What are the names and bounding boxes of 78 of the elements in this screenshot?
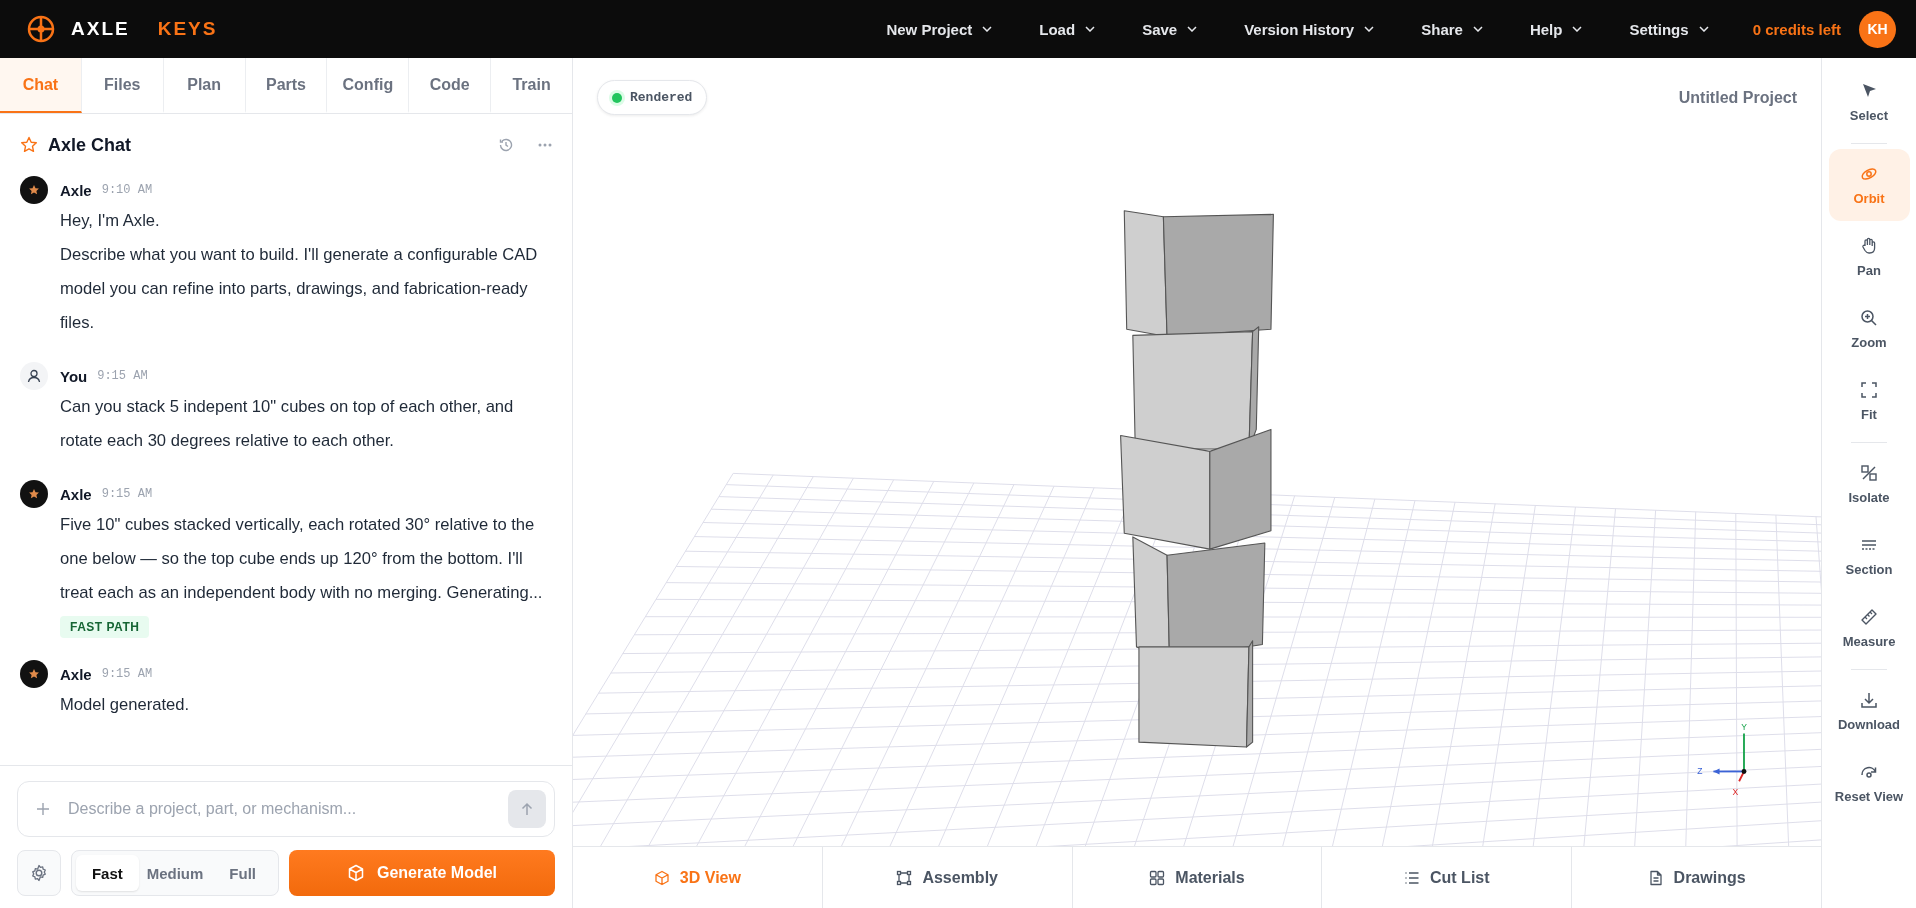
status-dot <box>612 92 622 103</box>
plus-icon[interactable] <box>36 802 50 816</box>
chevron-down-icon <box>1698 26 1709 32</box>
cube-stack-drawing[interactable] <box>1120 210 1274 748</box>
menu-button[interactable]: Help <box>1529 14 1583 44</box>
chevron-down-icon <box>1187 26 1198 32</box>
grid-icon <box>1149 869 1166 886</box>
history-icon[interactable] <box>498 137 514 153</box>
message-time: 9:15 AM <box>101 487 153 501</box>
viewport-tool[interactable]: Reset View <box>1828 747 1910 819</box>
message-text: Five 10" cubes stacked vertically, each rotated 30° relative to the one below — so the top cube ends up 120° from the bottom. I'll treat each as an independent body with no merging. Generating... <box>60 514 544 604</box>
settings-icon <box>29 863 49 883</box>
chevron-down-icon <box>1364 26 1375 32</box>
render-status-badge: Rendered <box>597 80 708 115</box>
user-avatar <box>20 362 48 390</box>
chevron-down-icon <box>982 26 993 32</box>
axis-label: Z <box>1697 765 1703 776</box>
brand-name: AXLE <box>71 18 130 40</box>
menu-button[interactable]: Save <box>1142 14 1198 44</box>
menu-button[interactable]: New Project <box>886 14 993 44</box>
menu-button[interactable]: Load <box>1039 14 1096 44</box>
isolate-icon <box>1859 463 1879 483</box>
viewport-tool[interactable]: Download <box>1828 675 1910 747</box>
cube-icon <box>347 864 365 882</box>
list-icon <box>1404 869 1420 886</box>
send-button[interactable] <box>508 790 546 828</box>
viewport-tool[interactable]: Section <box>1828 520 1910 592</box>
message-author: Axle <box>60 485 92 503</box>
ruler-icon <box>1859 607 1879 627</box>
crosshair-logo-icon <box>27 15 55 43</box>
viewport-tool[interactable]: Measure <box>1828 592 1910 664</box>
menu-button[interactable]: Share <box>1421 14 1483 44</box>
project-title: Untitled Project <box>1678 88 1797 107</box>
settings-button[interactable] <box>17 850 61 896</box>
zoom-in-icon <box>1859 308 1879 328</box>
viewport-tool[interactable]: Select <box>1828 66 1910 138</box>
message-author: Axle <box>60 665 92 683</box>
message-time: 9:10 AM <box>101 183 153 197</box>
arrow-up-icon <box>520 802 534 816</box>
cube-icon <box>653 869 670 886</box>
viewport-tool[interactable]: Zoom <box>1828 293 1910 365</box>
chevron-down-icon <box>1472 26 1483 32</box>
message-time: 9:15 AM <box>101 667 153 681</box>
credits-text: 0 credits left <box>1752 20 1841 38</box>
download-icon <box>1859 690 1879 710</box>
mode-option[interactable]: Fast <box>76 855 139 891</box>
axis-gizmo-drawing <box>1712 732 1747 783</box>
message-text: Can you stack 5 indepent 10" cubes on top of each other, and rotate each 30 degrees relative to each other. <box>60 396 515 452</box>
viewport-tool[interactable]: Pan <box>1828 221 1910 293</box>
mode-option[interactable]: Full <box>211 855 274 891</box>
chevron-down-icon <box>1085 26 1096 32</box>
menu-button[interactable]: Version History <box>1244 14 1375 44</box>
message-time: 9:15 AM <box>97 369 148 383</box>
message-author: You <box>60 367 88 385</box>
fit-frame-icon <box>1859 380 1879 400</box>
viewport-tool[interactable]: Fit <box>1828 365 1910 437</box>
document-icon <box>1647 869 1664 886</box>
brand-name: KEYS <box>157 18 218 40</box>
path-badge: FAST PATH <box>60 616 150 638</box>
more-icon[interactable] <box>538 143 552 147</box>
prompt-input-field[interactable]: Describe a project, part, or mechanism... <box>66 799 492 819</box>
mode-option[interactable]: Medium <box>140 855 210 891</box>
message-text: Describe what you want to build. I'll generate a configurable CAD model you can refine into parts, drawings, and fabrication-ready files. <box>60 244 539 334</box>
assistant-avatar <box>20 660 48 688</box>
assistant-avatar <box>20 176 48 204</box>
axis-label: X <box>1732 786 1739 797</box>
message-text: Model generated. <box>60 694 191 716</box>
axis-label: Y <box>1741 721 1747 732</box>
message-author: Axle <box>60 181 92 199</box>
viewport-tool[interactable]: Isolate <box>1828 448 1910 520</box>
assembly-icon <box>896 869 913 886</box>
prompt-input-field[interactable]: Describe a project, part, or mechanism... <box>17 781 555 837</box>
chevron-down-icon <box>1572 26 1583 32</box>
message-text: Hey, I'm Axle. <box>60 210 161 232</box>
menu-button[interactable]: Settings <box>1629 14 1709 44</box>
assistant-avatar <box>20 480 48 508</box>
chat-title: Axle Chat <box>48 134 132 156</box>
star-icon[interactable] <box>20 136 38 154</box>
